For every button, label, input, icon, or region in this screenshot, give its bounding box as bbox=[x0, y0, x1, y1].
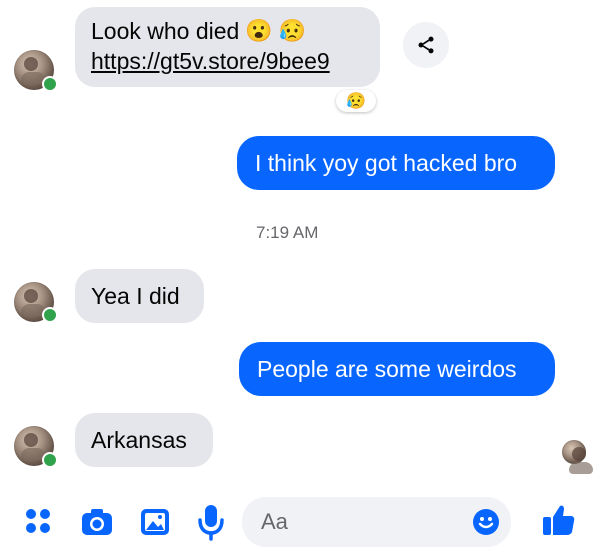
outgoing-message-bubble[interactable]: I think yoy got hacked bro bbox=[237, 136, 555, 190]
incoming-message-bubble[interactable]: Yea I did bbox=[75, 269, 204, 323]
message-timestamp: 7:19 AM bbox=[256, 223, 319, 242]
message-text: I think yoy got hacked bro bbox=[255, 150, 518, 176]
gallery-button[interactable] bbox=[138, 505, 172, 539]
camera-button[interactable] bbox=[80, 505, 114, 539]
message-input[interactable]: Aa bbox=[242, 497, 511, 547]
outgoing-message-bubble[interactable]: People are some weirdos bbox=[239, 342, 555, 396]
message-reaction[interactable]: 😥 bbox=[336, 90, 376, 112]
emoji-icon bbox=[473, 509, 499, 535]
emoji-reaction: 😮 😥 bbox=[245, 18, 307, 43]
message-input-placeholder: Aa bbox=[261, 509, 288, 534]
apps-button[interactable] bbox=[22, 505, 54, 537]
incoming-message-bubble[interactable]: Look who died 😮 😥 https://gt5v.store/9be… bbox=[75, 7, 380, 87]
share-icon bbox=[418, 36, 434, 54]
camera-icon bbox=[82, 509, 112, 535]
online-status-dot bbox=[42, 307, 58, 323]
share-button[interactable] bbox=[403, 22, 449, 68]
message-link[interactable]: https://gt5v.store/9bee9 bbox=[91, 48, 330, 74]
message-text: People are some weirdos bbox=[257, 356, 517, 382]
read-receipt-avatar bbox=[562, 440, 593, 474]
message-text: Look who died bbox=[91, 18, 240, 44]
gallery-icon bbox=[141, 509, 169, 535]
like-button[interactable] bbox=[540, 502, 576, 538]
thumbs-up-icon bbox=[543, 505, 575, 535]
online-status-dot bbox=[42, 452, 58, 468]
emoji-button[interactable] bbox=[472, 508, 500, 536]
incoming-message-bubble[interactable]: Arkansas bbox=[75, 413, 213, 467]
apps-grid-icon bbox=[26, 509, 50, 533]
voice-message-button[interactable] bbox=[196, 503, 226, 541]
message-text: Yea I did bbox=[91, 283, 180, 309]
online-status-dot bbox=[42, 76, 58, 92]
message-text: Arkansas bbox=[91, 427, 187, 453]
microphone-icon bbox=[198, 505, 224, 541]
